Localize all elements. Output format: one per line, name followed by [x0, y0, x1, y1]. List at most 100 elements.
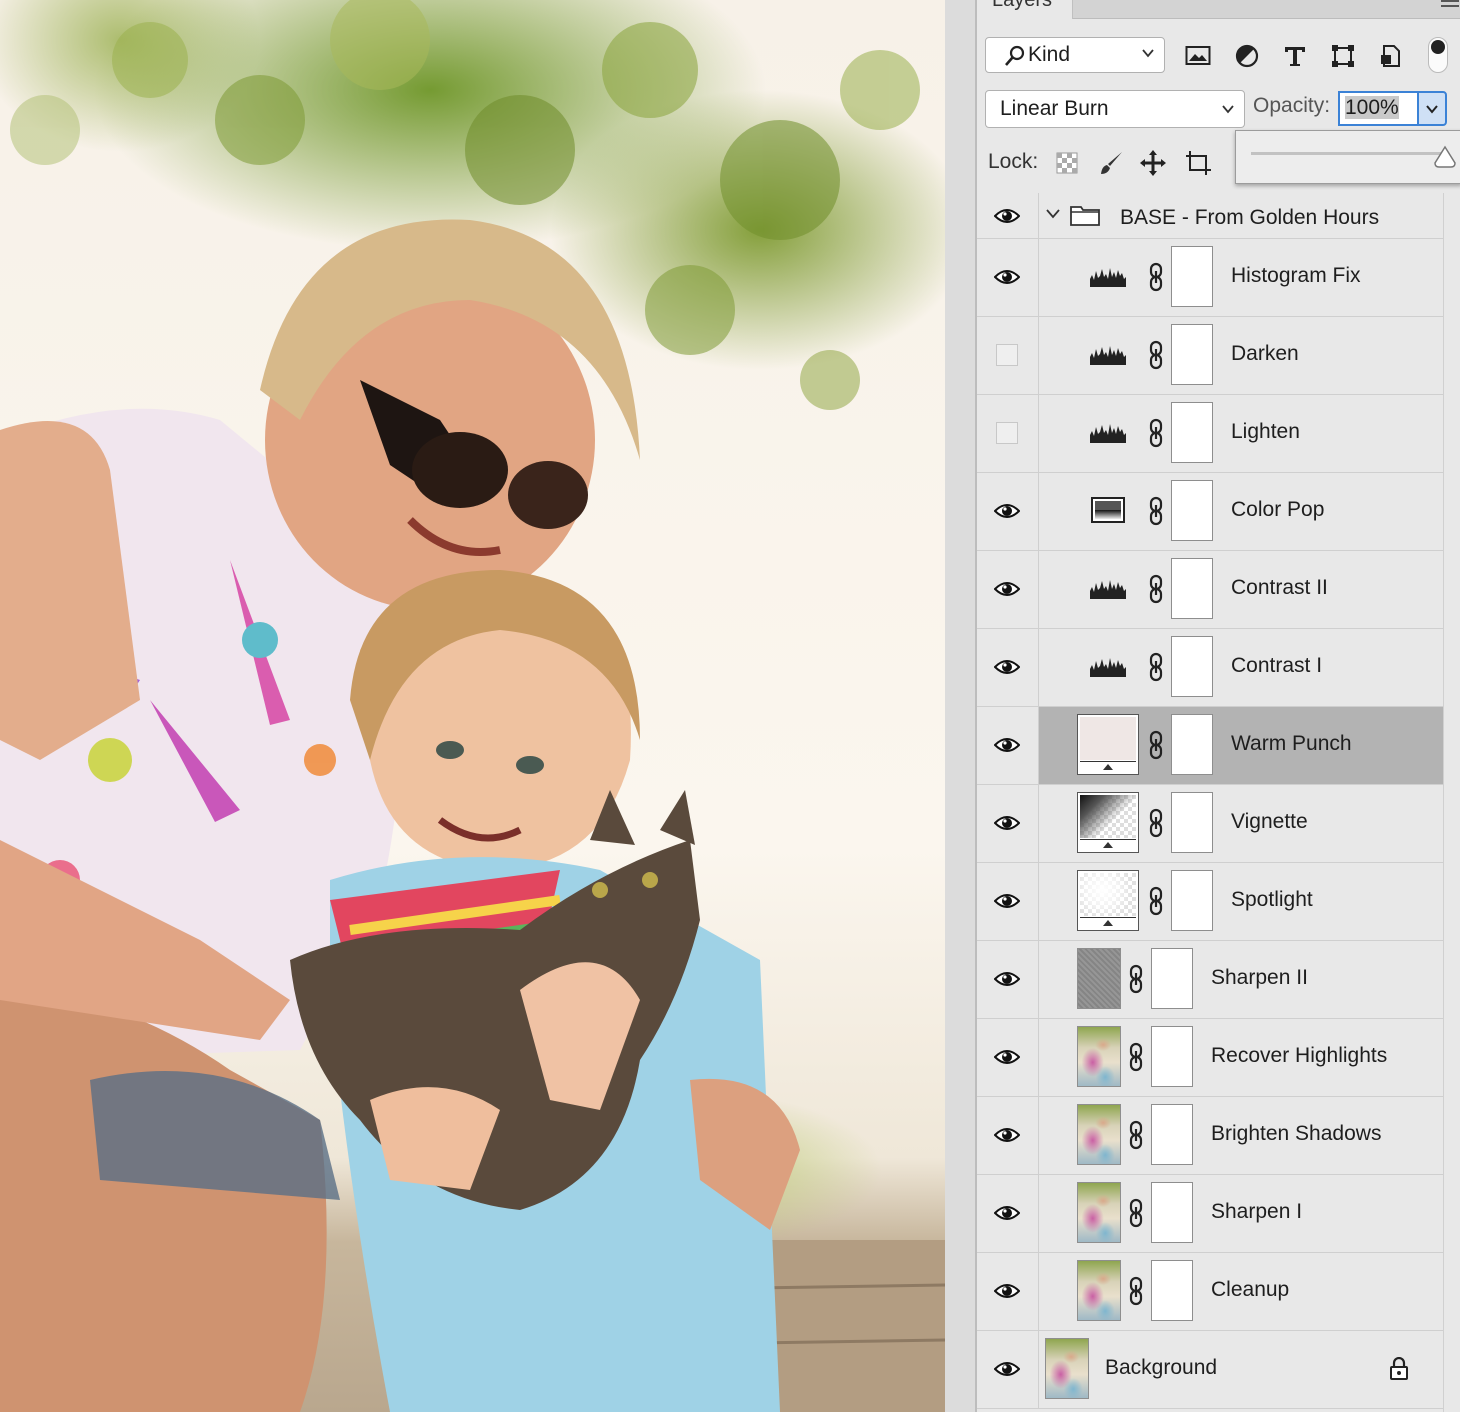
- layer-row[interactable]: Contrast I: [977, 629, 1443, 707]
- filter-toggle-switch[interactable]: [1428, 37, 1448, 73]
- layer-mask-thumbnail[interactable]: [1171, 792, 1213, 853]
- chain-link-icon[interactable]: [1147, 574, 1165, 609]
- blend-mode-select[interactable]: Linear Burn: [985, 90, 1245, 128]
- layer-content[interactable]: Lighten: [1039, 395, 1443, 472]
- chain-link-icon[interactable]: [1147, 730, 1165, 765]
- eye-icon[interactable]: [993, 736, 1021, 759]
- layer-mask-thumbnail[interactable]: [1151, 1260, 1193, 1321]
- photo-thumbnail[interactable]: [1077, 1260, 1121, 1321]
- layer-content[interactable]: Warm Punch: [1039, 707, 1443, 784]
- layer-mask-thumbnail[interactable]: [1171, 480, 1213, 541]
- layer-row[interactable]: Brighten Shadows: [977, 1097, 1443, 1175]
- eye-icon[interactable]: [993, 1282, 1021, 1305]
- visibility-toggle[interactable]: [977, 863, 1039, 940]
- eye-icon[interactable]: [993, 580, 1021, 603]
- chain-link-icon[interactable]: [1147, 496, 1165, 531]
- layer-group-row[interactable]: BASE - From Golden Hours: [977, 193, 1443, 239]
- eye-icon[interactable]: [993, 970, 1021, 993]
- layer-content[interactable]: Spotlight: [1039, 863, 1443, 940]
- layer-content[interactable]: Sharpen I: [1039, 1175, 1443, 1252]
- layer-mask-thumbnail[interactable]: [1171, 558, 1213, 619]
- chain-link-icon[interactable]: [1147, 262, 1165, 297]
- lock-transparency-icon[interactable]: [1053, 149, 1081, 177]
- visibility-toggle[interactable]: [977, 1331, 1039, 1408]
- layer-mask-thumbnail[interactable]: [1171, 870, 1213, 931]
- chain-link-icon[interactable]: [1127, 1042, 1145, 1077]
- layer-content[interactable]: Darken: [1039, 317, 1443, 394]
- layer-row-background[interactable]: Background: [977, 1331, 1443, 1409]
- shape-filter-icon[interactable]: [1330, 44, 1356, 68]
- adjustment-filter-icon[interactable]: [1234, 44, 1260, 68]
- layer-content[interactable]: Recover Highlights: [1039, 1019, 1443, 1096]
- visibility-toggle[interactable]: [977, 1253, 1039, 1330]
- layer-group-content[interactable]: BASE - From Golden Hours: [1039, 193, 1443, 238]
- layer-row[interactable]: Vignette: [977, 785, 1443, 863]
- layer-mask-thumbnail[interactable]: [1151, 1182, 1193, 1243]
- type-filter-icon[interactable]: [1282, 44, 1308, 68]
- chain-link-icon[interactable]: [1147, 652, 1165, 687]
- visibility-toggle[interactable]: [977, 1175, 1039, 1252]
- gray-texture-thumbnail[interactable]: [1077, 948, 1121, 1009]
- layers-scrollbar[interactable]: [1443, 193, 1460, 1412]
- layer-row[interactable]: Warm Punch: [977, 707, 1443, 785]
- visibility-toggle[interactable]: [977, 1097, 1039, 1174]
- layer-content[interactable]: Histogram Fix: [1039, 239, 1443, 316]
- visibility-off-box[interactable]: [996, 422, 1018, 444]
- visibility-toggle[interactable]: [977, 785, 1039, 862]
- visibility-toggle[interactable]: [977, 1019, 1039, 1096]
- chain-link-icon[interactable]: [1147, 340, 1165, 375]
- layer-row[interactable]: Color Pop: [977, 473, 1443, 551]
- chain-link-icon[interactable]: [1127, 964, 1145, 999]
- visibility-toggle[interactable]: [977, 395, 1039, 472]
- eye-icon[interactable]: [993, 1204, 1021, 1227]
- layer-mask-thumbnail[interactable]: [1171, 636, 1213, 697]
- visibility-off-box[interactable]: [996, 344, 1018, 366]
- eye-icon[interactable]: [993, 207, 1021, 230]
- chain-link-icon[interactable]: [1127, 1120, 1145, 1155]
- layer-mask-thumbnail[interactable]: [1151, 1026, 1193, 1087]
- layer-row[interactable]: Spotlight: [977, 863, 1443, 941]
- visibility-toggle[interactable]: [977, 473, 1039, 550]
- lock-artboard-icon[interactable]: [1184, 149, 1212, 177]
- eye-icon[interactable]: [993, 814, 1021, 837]
- eye-icon[interactable]: [993, 1360, 1021, 1383]
- layer-row[interactable]: Darken: [977, 317, 1443, 395]
- layer-row[interactable]: Sharpen I: [977, 1175, 1443, 1253]
- layer-mask-thumbnail[interactable]: [1171, 324, 1213, 385]
- layer-content[interactable]: Color Pop: [1039, 473, 1443, 550]
- layer-row[interactable]: Lighten: [977, 395, 1443, 473]
- eye-icon[interactable]: [993, 1126, 1021, 1149]
- layer-mask-thumbnail[interactable]: [1171, 402, 1213, 463]
- photo-thumbnail[interactable]: [1045, 1338, 1089, 1399]
- opacity-input[interactable]: 100%: [1338, 91, 1418, 126]
- layer-content[interactable]: Vignette: [1039, 785, 1443, 862]
- eye-icon[interactable]: [993, 268, 1021, 291]
- layer-mask-thumbnail[interactable]: [1151, 1104, 1193, 1165]
- filter-kind-select[interactable]: Kind: [985, 37, 1165, 73]
- layer-content[interactable]: Background: [1039, 1331, 1443, 1408]
- layer-content[interactable]: Brighten Shadows: [1039, 1097, 1443, 1174]
- layer-row[interactable]: Sharpen II: [977, 941, 1443, 1019]
- layer-row[interactable]: Recover Highlights: [977, 1019, 1443, 1097]
- tab-layers[interactable]: Layers: [977, 0, 1073, 19]
- opacity-slider-track[interactable]: [1251, 152, 1441, 155]
- chain-link-icon[interactable]: [1127, 1198, 1145, 1233]
- layer-row[interactable]: Contrast II: [977, 551, 1443, 629]
- visibility-toggle[interactable]: [977, 707, 1039, 784]
- layer-content[interactable]: Contrast II: [1039, 551, 1443, 628]
- chain-link-icon[interactable]: [1147, 886, 1165, 921]
- chevron-down-icon[interactable]: [1045, 207, 1061, 226]
- document-canvas[interactable]: [0, 0, 945, 1412]
- visibility-toggle[interactable]: [977, 551, 1039, 628]
- opacity-slider-thumb[interactable]: [1433, 145, 1457, 169]
- layer-content[interactable]: Cleanup: [1039, 1253, 1443, 1330]
- lock-pixels-brush-icon[interactable]: [1098, 149, 1126, 177]
- photo-thumbnail[interactable]: [1077, 1182, 1121, 1243]
- visibility-toggle[interactable]: [977, 629, 1039, 706]
- visibility-toggle[interactable]: [977, 317, 1039, 394]
- visibility-toggle[interactable]: [977, 239, 1039, 316]
- lock-position-move-icon[interactable]: [1139, 149, 1167, 177]
- photo-thumbnail[interactable]: [1077, 1104, 1121, 1165]
- gradient-fill-thumbnail[interactable]: [1077, 870, 1139, 931]
- photo-thumbnail[interactable]: [1077, 1026, 1121, 1087]
